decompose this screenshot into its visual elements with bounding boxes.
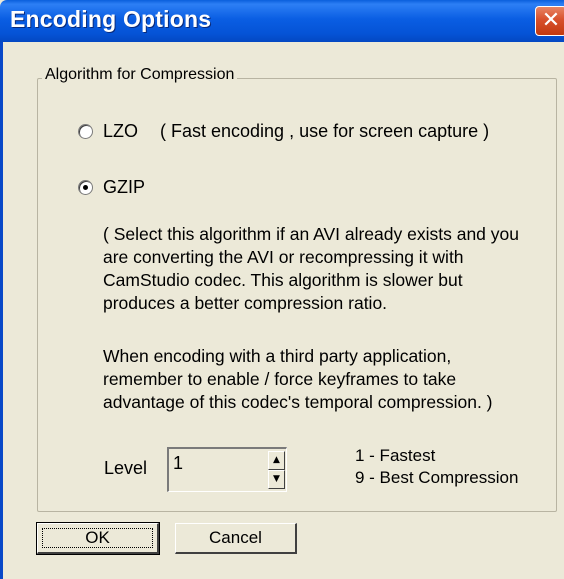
close-icon: ✕ [541,8,561,33]
level-value[interactable]: 1 [173,453,183,474]
gzip-description-line-4: produces a better compression ratio. [103,293,388,313]
level-spinner[interactable]: 1 ▲ ▼ [167,447,287,492]
gzip-description-line-1: ( Select this algorithm if an AVI alread… [103,224,519,244]
lzo-label[interactable]: LZO [103,121,138,142]
arrow-down-icon: ▼ [273,474,280,484]
encoding-options-dialog: Encoding Options ✕ Algorithm for Compres… [0,0,564,579]
gzip-description-line-3: CamStudio codec. This algorithm is slowe… [103,270,463,290]
gzip-description-line-2: are converting the AVI or recompressing … [103,247,464,267]
close-button[interactable]: ✕ [535,6,564,36]
level-hint-fastest: 1 - Fastest [355,446,436,465]
ok-button[interactable]: OK [36,522,160,555]
level-up-button[interactable]: ▲ [268,451,285,470]
dialog-title: Encoding Options [10,6,212,32]
gzip-note-line-2: remember to enable / force keyframes to … [103,369,457,389]
ok-focus-rect [42,528,153,548]
level-down-button[interactable]: ▼ [268,470,285,489]
cancel-button-label: Cancel [209,528,262,547]
lzo-radio[interactable] [78,124,93,139]
arrow-up-icon: ▲ [273,455,280,465]
gzip-note-line-3: advantage of this codec's temporal compr… [103,392,493,412]
title-bar[interactable]: Encoding Options ✕ [0,0,564,42]
gzip-note-line-1: When encoding with a third party applica… [103,346,452,366]
level-label: Level [104,458,148,478]
gzip-label[interactable]: GZIP [103,177,145,198]
level-hint-best: 9 - Best Compression [355,468,519,487]
gzip-radio[interactable] [78,180,93,195]
lzo-description: ( Fast encoding , use for screen capture… [160,121,490,141]
window-left-border [0,42,3,579]
groupbox-label: Algorithm for Compression [42,66,238,84]
gzip-radio-selected-dot [83,185,88,190]
cancel-button[interactable]: Cancel [175,523,297,554]
